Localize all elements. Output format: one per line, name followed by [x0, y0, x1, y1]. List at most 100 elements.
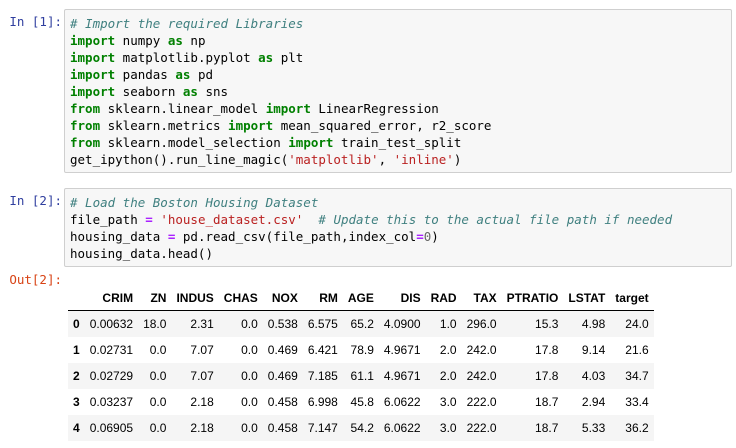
table-cell: 2.18: [190, 421, 214, 435]
code-token: import: [70, 33, 116, 48]
code-token: ,: [378, 152, 394, 167]
table-row: 1 0.02731 0.0 7.07 0.0 0.469 6.421 78.9 4.9671 2.…: [68, 337, 654, 363]
table-cell: 65.2: [350, 317, 374, 331]
table-cell: 45.8: [350, 395, 374, 409]
code-token: housing_data: [70, 229, 168, 244]
column-header: TAX: [461, 286, 502, 311]
code-token: numpy: [115, 33, 168, 48]
code-token: pd: [190, 67, 214, 82]
code-line: housing_data.head(): [70, 245, 731, 262]
code-token: sklearn.metrics: [100, 118, 229, 133]
column-header: PTRATIO: [501, 286, 564, 311]
column-header: [68, 286, 85, 311]
code-token: get_ipython().run_line_magic(: [70, 152, 289, 167]
code-token: 'house_dataset.csv': [160, 212, 304, 227]
column-header: RAD: [425, 286, 462, 311]
code-token: import: [265, 101, 311, 116]
cell-2-prompt: In [2]:: [9, 193, 62, 208]
dataframe-header-row: CRIM ZN INDUS CHAS NOX RM AGE DIS RAD TAX PTRATIO L…: [68, 286, 654, 311]
code-token: mean_squared_error, r2_score: [273, 118, 492, 133]
code-line: file_path = 'house_dataset.csv' # Update…: [70, 211, 731, 228]
code-token: LinearRegression: [310, 101, 439, 116]
table-cell: 0.0: [149, 369, 167, 383]
table-cell: 242.0: [466, 343, 497, 357]
code-line: from sklearn.metrics import mean_squared…: [70, 117, 731, 134]
table-cell: 18.7: [535, 395, 559, 409]
table-cell: 0.03237: [89, 395, 134, 409]
table-cell: 0.0: [241, 343, 258, 357]
column-header: NOX: [262, 286, 303, 311]
table-cell: 222.0: [466, 421, 497, 435]
code-cell-1[interactable]: # Import the required Libraries import nu…: [64, 9, 732, 173]
table-cell: 2.94: [581, 395, 606, 409]
table-cell: 34.7: [625, 369, 649, 383]
table-cell: 0.469: [267, 343, 298, 357]
table-cell: 7.07: [190, 369, 214, 383]
table-cell: 2.0: [439, 343, 457, 357]
table-cell: 4.9671: [383, 369, 421, 383]
code-line: import seaborn as sns: [70, 83, 731, 100]
table-cell: 9.14: [581, 343, 606, 357]
code-token: matplotlib.pyplot: [115, 50, 259, 65]
code-line: from sklearn.linear_model import LinearR…: [70, 100, 731, 117]
row-index: 1: [73, 343, 80, 357]
column-header: CHAS: [218, 286, 263, 311]
table-cell: 6.421: [307, 343, 338, 357]
table-cell: 2.31: [190, 317, 214, 331]
table-cell: 33.4: [625, 395, 649, 409]
column-header: ZN: [138, 286, 172, 311]
output-prompt: Out[2]:: [9, 272, 62, 287]
table-cell: 1.0: [439, 317, 457, 331]
table-cell: 36.2: [625, 421, 649, 435]
table-cell: 222.0: [466, 395, 497, 409]
table-cell: 2.18: [190, 395, 214, 409]
code-token: 'matplotlib': [288, 152, 379, 167]
code-token: =: [416, 229, 424, 244]
table-cell: 0.0: [149, 343, 167, 357]
table-cell: 15.3: [535, 317, 559, 331]
table-cell: 0.00632: [89, 317, 134, 331]
table-cell: 0.0: [241, 369, 258, 383]
column-header: CRIM: [84, 286, 139, 311]
code-cell-2[interactable]: # Load the Boston Housing Dataset file_pa…: [64, 188, 732, 267]
table-cell: 18.0: [143, 317, 167, 331]
code-line: # Load the Boston Housing Dataset: [70, 194, 731, 211]
row-index: 3: [73, 395, 80, 409]
cell-1-prompt: In [1]:: [9, 14, 62, 29]
row-index: 0: [73, 317, 80, 331]
code-token: import: [70, 67, 116, 82]
table-cell: 5.33: [581, 421, 606, 435]
code-token: pandas: [115, 67, 176, 82]
table-cell: 78.9: [350, 343, 374, 357]
table-row: 0 0.00632 18.0 2.31 0.0 0.538 6.575 65.2 4.0900 1…: [68, 310, 654, 337]
table-cell: 6.0622: [383, 395, 421, 409]
code-token: pd.read_csv(file_path,index_col: [175, 229, 417, 244]
code-line: housing_data = pd.read_csv(file_path,ind…: [70, 228, 731, 245]
code-token: # Import the required Libraries: [70, 16, 304, 31]
code-token: as: [175, 67, 191, 82]
table-cell: 0.0: [149, 421, 167, 435]
table-cell: 3.0: [439, 395, 457, 409]
table-row: 2 0.02729 0.0 7.07 0.0 0.469 7.185 61.1 4.9671 2.…: [68, 363, 654, 389]
table-cell: 4.03: [581, 369, 606, 383]
table-cell: 7.147: [307, 421, 338, 435]
table-cell: 0.458: [267, 421, 298, 435]
table-cell: 0.06905: [89, 421, 134, 435]
column-header: AGE: [342, 286, 379, 311]
table-cell: 2.0: [439, 369, 457, 383]
code-token: file_path: [70, 212, 146, 227]
code-token: ): [431, 229, 439, 244]
table-cell: 0.0: [241, 317, 258, 331]
code-token: import: [228, 118, 274, 133]
table-cell: 242.0: [466, 369, 497, 383]
table-cell: 0.469: [267, 369, 298, 383]
table-cell: 296.0: [466, 317, 497, 331]
code-line: import numpy as np: [70, 32, 731, 49]
table-cell: 6.575: [307, 317, 338, 331]
code-token: from: [70, 101, 101, 116]
column-header: RM: [302, 286, 343, 311]
code-token: seaborn: [115, 84, 183, 99]
code-token: plt: [273, 50, 304, 65]
code-token: import: [288, 135, 334, 150]
column-header: DIS: [378, 286, 426, 311]
